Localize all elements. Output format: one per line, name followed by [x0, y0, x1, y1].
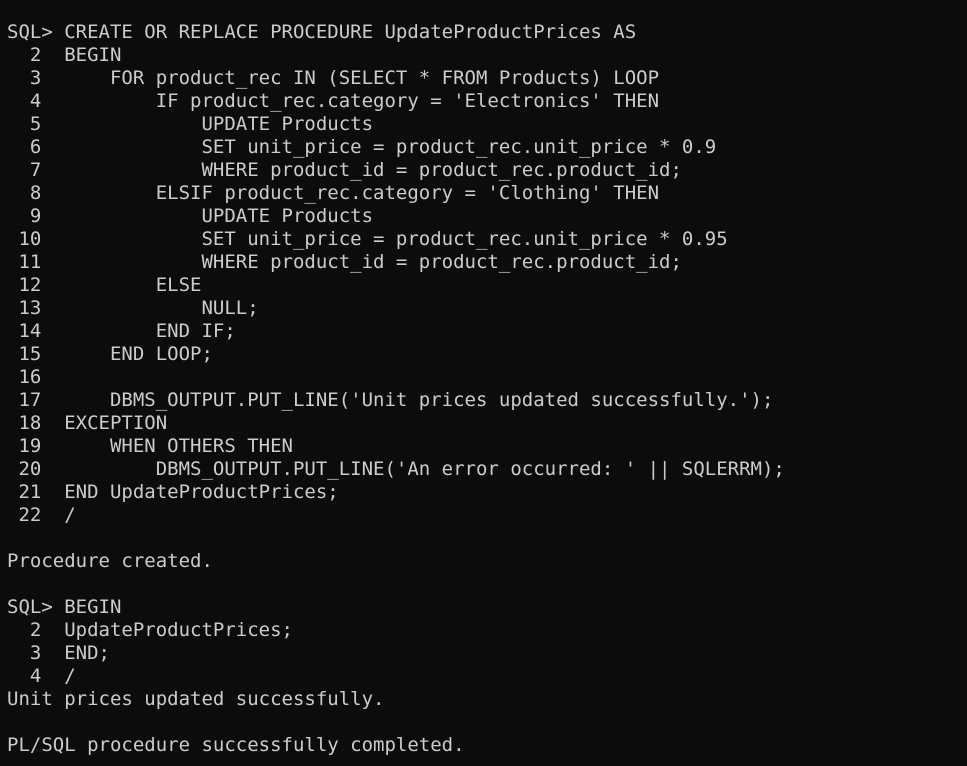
terminal-line: 7 WHERE product_id = product_rec.product… [7, 159, 682, 181]
terminal-line: SQL> BEGIN [7, 596, 122, 618]
terminal-line: 11 WHERE product_id = product_rec.produc… [7, 251, 682, 273]
terminal-line: 3 END; [7, 642, 110, 664]
terminal-line: 9 UPDATE Products [7, 205, 374, 227]
terminal-line: 6 SET unit_price = product_rec.unit_pric… [7, 136, 717, 158]
terminal-line: 4 IF product_rec.category = 'Electronics… [7, 90, 660, 112]
terminal-line: 20 DBMS_OUTPUT.PUT_LINE('An error occurr… [7, 458, 785, 480]
terminal-line: 12 ELSE [7, 274, 202, 296]
terminal-line: 15 END LOOP; [7, 343, 213, 365]
terminal-line: 8 ELSIF product_rec.category = 'Clothing… [7, 182, 660, 204]
terminal-line: 18 EXCEPTION [7, 412, 168, 434]
terminal-line: 22 / [7, 504, 76, 526]
terminal-line: Procedure created. [7, 550, 213, 572]
terminal-line: 13 NULL; [7, 297, 259, 319]
terminal-line: Unit prices updated successfully. [7, 688, 385, 710]
terminal-line: 5 UPDATE Products [7, 113, 374, 135]
terminal-line: 19 WHEN OTHERS THEN [7, 435, 293, 457]
terminal-line: 17 DBMS_OUTPUT.PUT_LINE('Unit prices upd… [7, 389, 774, 411]
terminal-line: 10 SET unit_price = product_rec.unit_pri… [7, 228, 728, 250]
terminal-line: 21 END UpdateProductPrices; [7, 481, 339, 503]
terminal-line: 2 UpdateProductPrices; [7, 619, 293, 641]
terminal-line: 16 [7, 366, 42, 388]
terminal-line: 4 / [7, 665, 76, 687]
terminal-line: PL/SQL procedure successfully completed. [7, 734, 465, 756]
terminal-line: 3 FOR product_rec IN (SELECT * FROM Prod… [7, 67, 660, 89]
terminal-output[interactable]: SQL> CREATE OR REPLACE PROCEDURE UpdateP… [0, 0, 967, 766]
terminal-line: 2 BEGIN [7, 44, 122, 66]
terminal-line: 14 END IF; [7, 320, 236, 342]
terminal-line: SQL> CREATE OR REPLACE PROCEDURE UpdateP… [7, 21, 637, 43]
